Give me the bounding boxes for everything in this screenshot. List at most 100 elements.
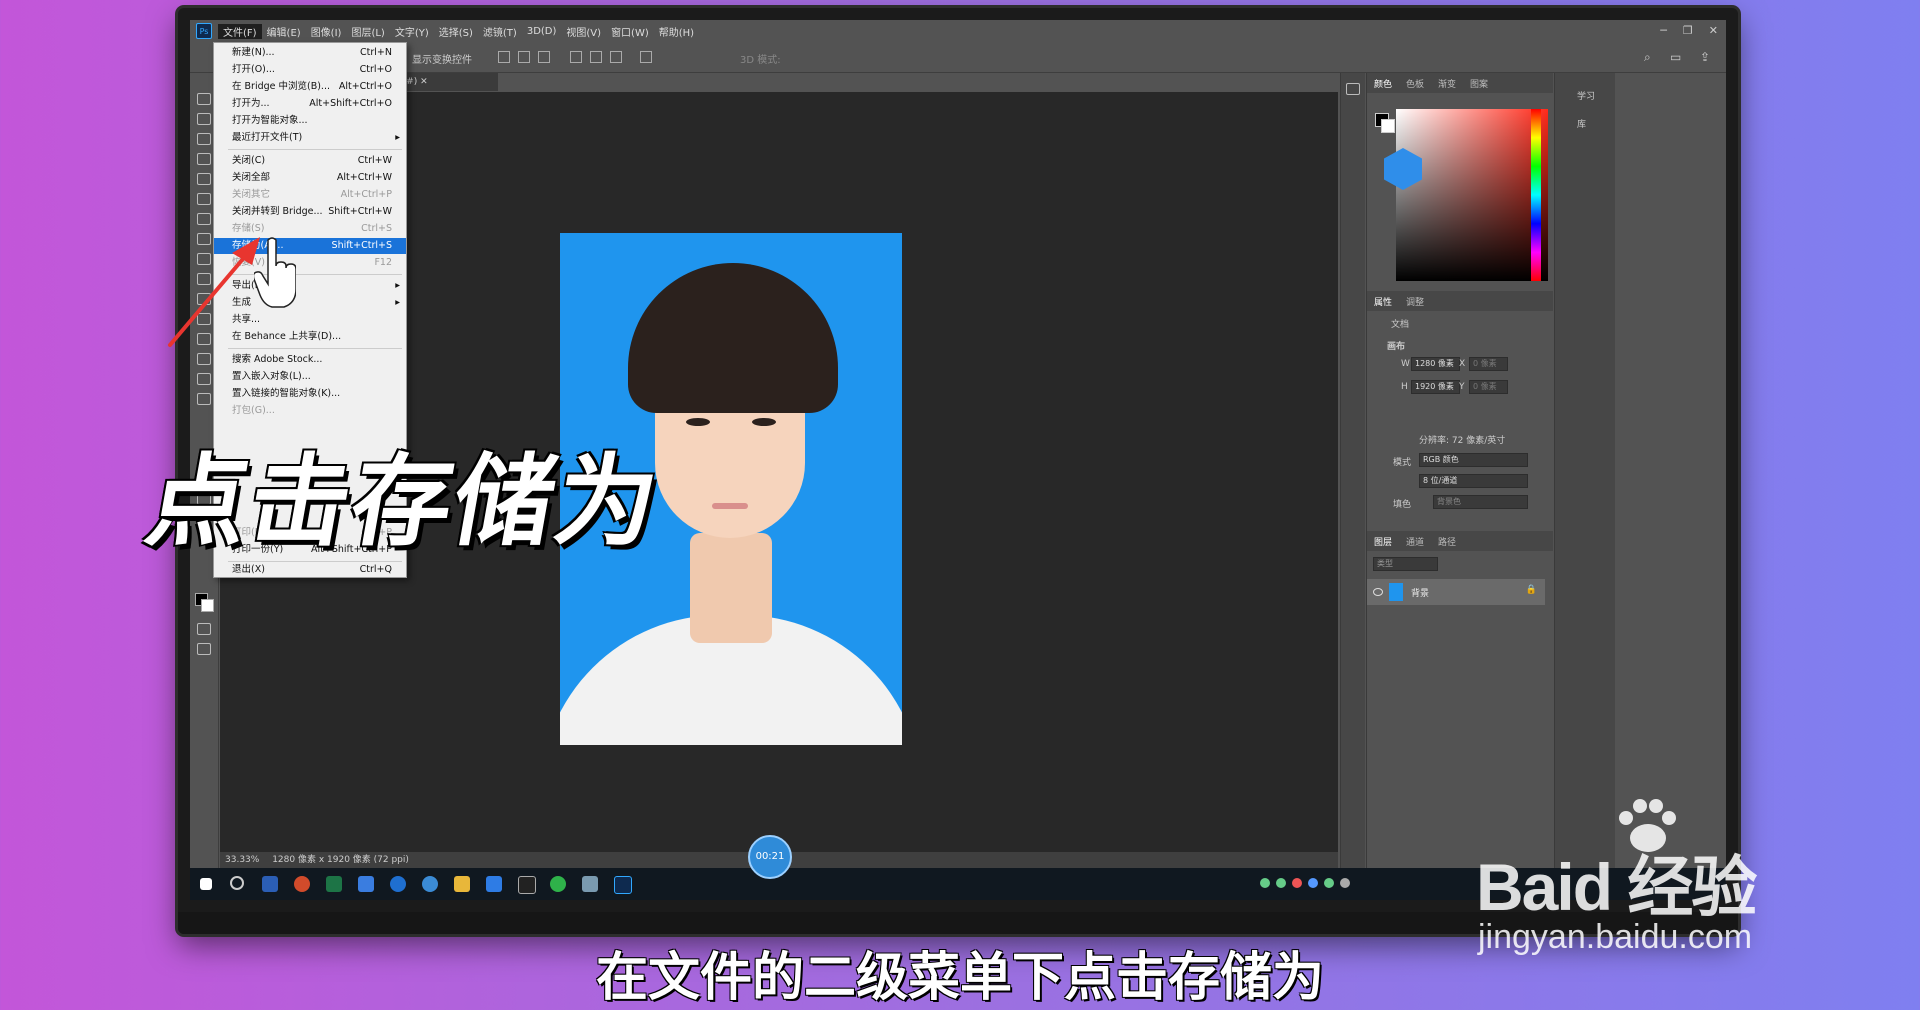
tray-icon[interactable] xyxy=(1292,878,1302,888)
feishu-icon[interactable] xyxy=(358,876,374,892)
menu-item-close-go-bridge[interactable]: 关闭并转到 Bridge... Shift+Ctrl+W xyxy=(214,204,406,220)
quick-mask-icon[interactable] xyxy=(197,623,211,635)
menu-image[interactable]: 图像(I) xyxy=(306,24,347,39)
height-field[interactable]: 1920 像素 xyxy=(1411,380,1460,394)
menu-window[interactable]: 窗口(W) xyxy=(606,24,654,39)
menu-item-new[interactable]: 新建(N)... Ctrl+N xyxy=(214,45,406,61)
background-color-swatch[interactable] xyxy=(201,599,214,612)
width-field[interactable]: 1280 像素 xyxy=(1411,357,1460,371)
menu-view[interactable]: 视图(V) xyxy=(561,24,606,39)
tab-patterns[interactable]: 图案 xyxy=(1463,77,1495,90)
menu-item-exit[interactable]: 退出(X) Ctrl+Q xyxy=(214,563,406,577)
crop-tool-icon[interactable] xyxy=(197,173,211,185)
tab-color[interactable]: 颜色 xyxy=(1367,77,1399,90)
align-middle-icon[interactable] xyxy=(590,51,602,63)
menu-item-browse-bridge[interactable]: 在 Bridge 中浏览(B)... Alt+Ctrl+O xyxy=(214,79,406,95)
minimize-icon[interactable]: ─ xyxy=(1660,24,1667,37)
tab-adjustments[interactable]: 调整 xyxy=(1399,295,1431,308)
menu-help[interactable]: 帮助(H) xyxy=(654,24,699,39)
wechat-icon[interactable] xyxy=(550,876,566,892)
photoshop-taskbar-icon[interactable] xyxy=(614,876,632,894)
menu-item-package[interactable]: 打包(G)... xyxy=(214,403,406,419)
menu-item-place-linked[interactable]: 置入链接的智能对象(K)... xyxy=(214,386,406,402)
menu-item-shortcut: Shift+Ctrl+W xyxy=(328,206,392,217)
lasso-tool-icon[interactable] xyxy=(197,133,211,145)
align-right-icon[interactable] xyxy=(538,51,550,63)
menu-item-open[interactable]: 打开(O)... Ctrl+O xyxy=(214,62,406,78)
marquee-tool-icon[interactable] xyxy=(197,113,211,125)
search-icon[interactable]: ⌕ xyxy=(1644,50,1651,65)
menu-edit[interactable]: 编辑(E) xyxy=(262,24,306,39)
y-field[interactable]: 0 像素 xyxy=(1469,380,1508,394)
library-label[interactable]: 库 xyxy=(1577,117,1586,130)
file-explorer-icon[interactable] xyxy=(454,876,470,892)
distribute-icon[interactable] xyxy=(640,51,652,63)
tray-icon[interactable] xyxy=(1308,878,1318,888)
x-field[interactable]: 0 像素 xyxy=(1469,357,1508,371)
share-icon[interactable]: ⇪ xyxy=(1700,50,1710,64)
tab-layers[interactable]: 图层 xyxy=(1367,535,1399,548)
tab-channels[interactable]: 通道 xyxy=(1399,535,1431,548)
dodge-tool-icon[interactable] xyxy=(197,373,211,385)
mode-select[interactable]: RGB 颜色 xyxy=(1419,453,1528,467)
bit-depth-select[interactable]: 8 位/通道 xyxy=(1419,474,1528,488)
browser-icon[interactable] xyxy=(422,876,438,892)
close-icon[interactable]: ✕ xyxy=(1709,24,1718,37)
tab-paths[interactable]: 路径 xyxy=(1431,535,1463,548)
tray-icon[interactable] xyxy=(1260,878,1270,888)
tab-swatches[interactable]: 色板 xyxy=(1399,77,1431,90)
align-top-icon[interactable] xyxy=(570,51,582,63)
menu-type[interactable]: 文字(Y) xyxy=(390,24,434,39)
restore-icon[interactable]: ❐ xyxy=(1683,24,1693,37)
layer-row-background[interactable]: 背景 🔒 xyxy=(1367,579,1545,605)
canvas-section-label[interactable]: 画布 xyxy=(1387,339,1405,352)
hue-slider[interactable] xyxy=(1531,109,1541,281)
show-transform-controls[interactable]: 显示变换控件 xyxy=(412,51,472,66)
tab-gradients[interactable]: 渐变 xyxy=(1431,77,1463,90)
screen-mode-icon[interactable] xyxy=(197,643,211,655)
learn-label[interactable]: 学习 xyxy=(1577,89,1595,102)
powerpoint-icon[interactable] xyxy=(294,876,310,892)
menu-file[interactable]: 文件(F) xyxy=(218,23,262,39)
tray-icon[interactable] xyxy=(1276,878,1286,888)
app-icon[interactable] xyxy=(582,876,598,892)
eyedropper-tool-icon[interactable] xyxy=(197,213,211,225)
select-tool-icon[interactable] xyxy=(197,153,211,165)
word-icon[interactable] xyxy=(262,876,278,892)
menu-layer[interactable]: 图层(L) xyxy=(346,24,389,39)
align-center-icon[interactable] xyxy=(518,51,530,63)
tray-icon[interactable] xyxy=(1340,878,1350,888)
menu-select[interactable]: 选择(S) xyxy=(434,24,478,39)
menu-item-open-as[interactable]: 打开为... Alt+Shift+Ctrl+O xyxy=(214,96,406,112)
zoom-level[interactable]: 33.33% xyxy=(220,855,259,865)
menu-item-close-all[interactable]: 关闭全部 Alt+Ctrl+W xyxy=(214,170,406,186)
workspace-icon[interactable]: ▭ xyxy=(1670,50,1681,64)
menu-item-place-embedded[interactable]: 置入嵌入对象(L)... xyxy=(214,369,406,385)
color-picker-field[interactable] xyxy=(1396,109,1548,281)
menu-3d[interactable]: 3D(D) xyxy=(522,26,562,37)
fill-select[interactable]: 背景色 xyxy=(1433,495,1528,509)
frame-tool-icon[interactable] xyxy=(197,193,211,205)
panel-background-swatch[interactable] xyxy=(1381,119,1395,133)
capcut-icon[interactable] xyxy=(518,876,536,894)
menu-item-close[interactable]: 关闭(C) Ctrl+W xyxy=(214,153,406,169)
menu-filter[interactable]: 滤镜(T) xyxy=(478,24,522,39)
menu-item-recent[interactable]: 最近打开文件(T) ▸ xyxy=(214,130,406,146)
edge-icon[interactable] xyxy=(390,876,406,892)
excel-icon[interactable] xyxy=(326,876,342,892)
history-icon[interactable] xyxy=(1346,83,1360,95)
tab-properties[interactable]: 属性 xyxy=(1367,295,1399,308)
menu-item-close-others[interactable]: 关闭其它 Alt+Ctrl+P xyxy=(214,187,406,203)
height-label: H xyxy=(1401,382,1408,392)
search-taskbar-icon[interactable] xyxy=(230,876,244,890)
store-icon[interactable] xyxy=(486,876,502,892)
pen-tool-icon[interactable] xyxy=(197,393,211,405)
menu-item-open-smart-object[interactable]: 打开为智能对象... xyxy=(214,113,406,129)
move-tool-icon[interactable] xyxy=(197,93,211,105)
windows-start-icon[interactable] xyxy=(200,878,212,890)
align-bottom-icon[interactable] xyxy=(610,51,622,63)
visibility-eye-icon[interactable] xyxy=(1373,588,1383,596)
tray-icon[interactable] xyxy=(1324,878,1334,888)
align-left-icon[interactable] xyxy=(498,51,510,63)
layer-filter-input[interactable]: 类型 xyxy=(1373,557,1438,571)
